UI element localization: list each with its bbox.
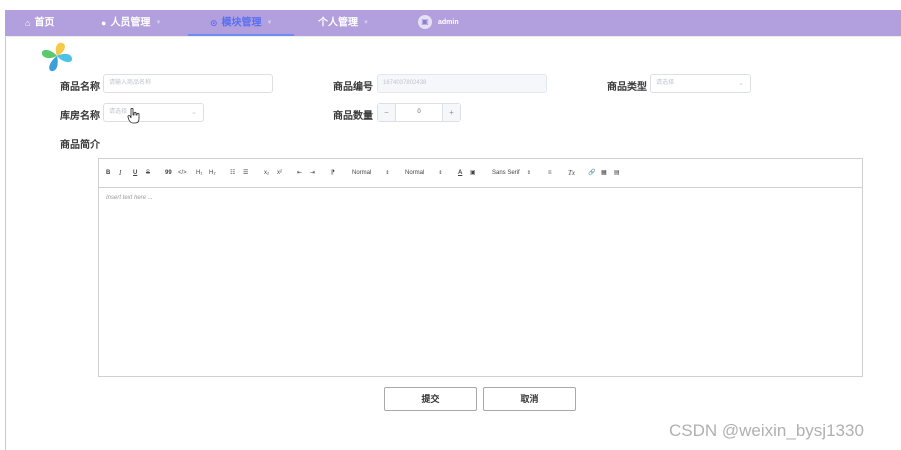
module-icon: ⊙ xyxy=(210,18,218,28)
quantity-value[interactable]: 0 xyxy=(396,104,442,121)
size-select[interactable]: Normal ⇕ xyxy=(352,169,390,178)
subscript-button[interactable]: x₂ xyxy=(264,169,269,178)
product-name-label: 商品名称 xyxy=(60,82,100,93)
hand-cursor-icon xyxy=(127,108,140,124)
top-nav: ⌂ 首页 ● 人员管理 ▼ ⊙ 模块管理 ▼ 个人管理 ▼ ▣ admin xyxy=(5,10,901,36)
decrement-button[interactable]: − xyxy=(378,104,396,121)
nav-home[interactable]: ⌂ 首页 xyxy=(25,10,54,36)
nav-personal-label: 个人管理 xyxy=(318,17,358,29)
avatar[interactable]: ▣ xyxy=(418,15,432,29)
nav-users[interactable]: ● 人员管理 ▼ xyxy=(101,10,161,36)
outdent-button[interactable]: ⇤ xyxy=(297,169,302,178)
chevron-down-icon: ⌄ xyxy=(191,109,197,116)
nav-users-label: 人员管理 xyxy=(110,17,151,29)
size-select-label: Normal xyxy=(352,170,372,176)
blockquote-button[interactable]: 99 xyxy=(165,169,172,178)
video-button[interactable]: ▤ xyxy=(614,169,620,178)
header-select[interactable]: Normal ⇕ xyxy=(405,169,443,178)
link-button[interactable]: 🔗 xyxy=(588,169,595,178)
chevron-down-icon: ⌄ xyxy=(738,80,744,87)
font-select[interactable]: Sans Serif ⇕ xyxy=(492,169,531,178)
indent-button[interactable]: ⇥ xyxy=(310,169,315,178)
product-name-input[interactable]: 请输入商品名称 xyxy=(103,74,273,93)
frame-left-rule xyxy=(5,36,6,450)
rich-text-editor: B I U S 99 </> H₁ H₂ ☷ ☰ x₂ x² ⇤ ⇥ ⁋ Nor… xyxy=(98,158,863,377)
increment-button[interactable]: + xyxy=(442,104,460,121)
underline-button[interactable]: U xyxy=(133,169,137,178)
warehouse-placeholder: 请选择 xyxy=(109,109,128,115)
logo-icon xyxy=(41,42,73,72)
warehouse-label: 库房名称 xyxy=(60,111,100,122)
bold-button[interactable]: B xyxy=(106,169,110,178)
home-icon: ⌂ xyxy=(25,18,31,28)
superscript-button[interactable]: x² xyxy=(277,169,282,178)
intro-label: 商品简介 xyxy=(60,140,100,151)
editor-content-area[interactable]: Insert text here ... xyxy=(106,195,153,201)
product-code-label: 商品编号 xyxy=(333,82,373,93)
updown-icon: ⇕ xyxy=(438,170,443,176)
updown-icon: ⇕ xyxy=(385,170,390,176)
user-icon: ● xyxy=(101,18,107,28)
quantity-label: 商品数量 xyxy=(333,111,373,122)
chevron-down-icon: ▼ xyxy=(363,20,369,26)
strike-button[interactable]: S xyxy=(146,169,150,178)
product-type-select[interactable]: 请选择 ⌄ xyxy=(650,74,751,93)
watermark: CSDN @weixin_bysj1330 xyxy=(669,421,864,440)
header1-button[interactable]: H₁ xyxy=(196,169,202,178)
cancel-button[interactable]: 取消 xyxy=(483,387,576,411)
clean-format-button[interactable]: Tx xyxy=(568,169,575,178)
header2-button[interactable]: H₂ xyxy=(209,169,216,178)
chevron-down-icon: ▼ xyxy=(266,20,273,26)
product-code-input: 1674037802438 xyxy=(377,74,547,93)
editor-toolbar: B I U S 99 </> H₁ H₂ ☷ ☰ x₂ x² ⇤ ⇥ ⁋ Nor… xyxy=(99,159,862,188)
header-select-label: Normal xyxy=(405,170,425,176)
nav-home-label: 首页 xyxy=(34,17,55,29)
bullet-list-button[interactable]: ☰ xyxy=(243,169,248,178)
chevron-down-icon: ▼ xyxy=(155,20,162,26)
product-type-placeholder: 请选择 xyxy=(656,80,675,86)
nav-modules[interactable]: ⊙ 模块管理 ▼ xyxy=(210,10,273,36)
text-color-button[interactable]: A xyxy=(458,169,462,178)
align-button[interactable]: ≡ xyxy=(548,169,552,178)
nav-modules-label: 模块管理 xyxy=(221,17,262,29)
nav-personal[interactable]: 个人管理 ▼ xyxy=(318,10,369,36)
warehouse-select[interactable]: 请选择 ⌄ xyxy=(103,103,204,122)
image-button[interactable]: ▦ xyxy=(601,169,607,178)
quantity-stepper[interactable]: − 0 + xyxy=(377,103,461,122)
background-color-button[interactable]: ▣ xyxy=(470,169,476,178)
code-block-button[interactable]: </> xyxy=(178,169,187,178)
nav-username[interactable]: admin xyxy=(438,10,459,36)
product-type-label: 商品类型 xyxy=(607,82,647,93)
updown-icon: ⇕ xyxy=(526,170,531,176)
italic-button[interactable]: I xyxy=(119,169,121,178)
submit-button[interactable]: 提交 xyxy=(384,387,477,411)
frame-top-rule xyxy=(5,36,901,37)
ordered-list-button[interactable]: ☷ xyxy=(230,169,235,178)
rtl-button[interactable]: ⁋ xyxy=(331,169,335,178)
font-select-label: Sans Serif xyxy=(492,170,520,176)
